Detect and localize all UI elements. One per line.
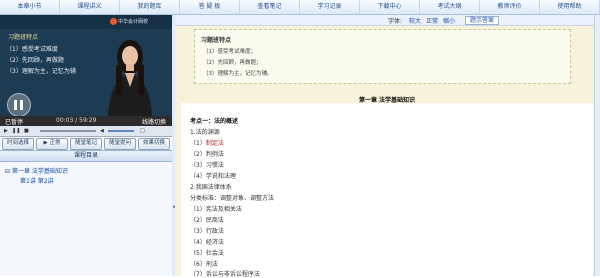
- content-line: （4）学说和法理: [190, 173, 236, 180]
- content-line: （6）刑法: [190, 261, 218, 268]
- pause-control-icon[interactable]: ❚❚: [12, 128, 20, 134]
- nav-qa-board[interactable]: 答 疑 板: [180, 0, 240, 14]
- content-line: （3）行政法: [190, 228, 224, 235]
- class-question-button[interactable]: 随堂提问: [104, 138, 136, 150]
- tree-lesson-item[interactable]: 第1讲 第2讲: [20, 176, 54, 185]
- lecture-panel: 字体: 较大 正常 缩小 题示答案 习题班特点 （1）感受考试难度； （2）先回…: [175, 15, 600, 278]
- normal-speed-button[interactable]: ▶ 正常: [36, 138, 68, 150]
- slide-line: （2）先回顾，再做题: [6, 57, 64, 64]
- presenter-image: [108, 40, 152, 116]
- nav-chapter-summary[interactable]: 本章小节: [0, 0, 60, 14]
- tree-chapter-item[interactable]: ⊟ 第一章 法学基础知识: [5, 166, 68, 175]
- effect-switch-button[interactable]: 效果切换: [138, 138, 170, 150]
- content-line: （4）经济法: [190, 239, 224, 246]
- font-toolbar: 字体: 较大 正常 缩小 题示答案: [175, 15, 600, 26]
- collapse-icon[interactable]: ⊟: [5, 168, 10, 175]
- volume-slider[interactable]: [108, 130, 134, 132]
- nav-course-handout[interactable]: 课程讲义: [60, 0, 120, 14]
- top-nav: 本章小节 课程讲义 我的题库 答 疑 板 查看笔记 学习记录 下载中心 考试大纲…: [0, 0, 600, 15]
- tips-box: 习题班特点 （1）感受考试难度； （2）先回顾，再做题； （3）理解为主，记忆为…: [194, 29, 571, 84]
- video-player[interactable]: 中华会计网校 习题班特点 （1）感受考试难度 （2）先回顾，再做题 （3）理解为…: [0, 15, 172, 116]
- pause-status: 已暂停: [5, 119, 24, 126]
- play-small-icon: ▶: [43, 140, 48, 146]
- nav-view-notes[interactable]: 查看笔记: [240, 0, 300, 14]
- content-line: （1）制定法: [190, 138, 224, 147]
- content-line-prefix: （1）: [190, 140, 206, 147]
- play-icon[interactable]: ▶: [4, 128, 8, 134]
- content-line: 2.我国法律体系: [190, 184, 232, 191]
- player-controls: ▶ ❚❚ ■ ◀ □: [0, 126, 172, 137]
- progress-track[interactable]: [40, 130, 96, 132]
- font-larger-link[interactable]: 较大: [409, 16, 421, 25]
- time-display: 00:03 / 59:29: [56, 117, 97, 124]
- fullscreen-icon[interactable]: □: [140, 128, 145, 134]
- time-select-button[interactable]: 时间选择: [2, 138, 34, 150]
- content-line: （2）民商法: [190, 217, 224, 224]
- content-line: （2）判例法: [190, 151, 224, 158]
- tips-line: （1）感受考试难度；: [203, 49, 256, 55]
- slide-line: （1）感受考试难度: [6, 46, 58, 53]
- content-line: 1.法的渊源: [190, 129, 220, 136]
- tips-line: （3）理解为主，记忆为辅。: [203, 71, 273, 77]
- tips-line: （2）先回顾，再做题；: [203, 60, 262, 66]
- logo-icon: [110, 18, 117, 25]
- class-notes-button[interactable]: 随堂笔记: [70, 138, 102, 150]
- nav-teacher-evaluation[interactable]: 教师评价: [480, 0, 540, 14]
- highlighted-term: 制定法: [205, 140, 224, 147]
- line-switch-button[interactable]: 线路切换: [142, 117, 166, 126]
- content-line: 考点一：法的概述: [190, 118, 239, 125]
- lecture-content: 考点一：法的概述 1.法的渊源 （1）制定法 （2）判例法 （3）习惯法 （4）…: [181, 103, 593, 278]
- volume-icon[interactable]: ◀: [100, 128, 104, 134]
- left-panel: 中华会计网校 习题班特点 （1）感受考试难度 （2）先回顾，再做题 （3）理解为…: [0, 15, 173, 276]
- pause-icon[interactable]: [7, 93, 31, 116]
- font-smaller-link[interactable]: 缩小: [443, 16, 455, 25]
- tree-chapter-label: 第一章 法学基础知识: [11, 168, 68, 175]
- content-line: （7）诉讼与非诉讼程序法: [190, 271, 260, 278]
- slide-title: 习题班特点: [8, 34, 39, 41]
- video-logo: 中华会计网校: [118, 19, 149, 25]
- catalog-title: 课程目录: [0, 150, 172, 162]
- content-line: 分类标准：调整对象、调整方法: [190, 195, 275, 202]
- nav-download-center[interactable]: 下载中心: [360, 0, 420, 14]
- stop-icon[interactable]: ■: [24, 128, 29, 134]
- show-answer-button[interactable]: 题示答案: [465, 16, 500, 25]
- slide-line: （3）理解为主，记忆为辅: [6, 68, 76, 75]
- content-line: （5）社会法: [190, 250, 224, 257]
- tips-title: 习题班特点: [201, 37, 232, 44]
- font-label: 字体:: [388, 18, 403, 25]
- nav-question-bank[interactable]: 我的题库: [120, 0, 180, 14]
- font-normal-link[interactable]: 正常: [426, 16, 438, 25]
- nav-help[interactable]: 使用帮助: [540, 0, 600, 14]
- nav-study-record[interactable]: 学习记录: [300, 0, 360, 14]
- nav-exam-outline[interactable]: 考试大纲: [420, 0, 480, 14]
- function-buttons: 时间选择 ▶ 正常 随堂笔记 随堂提问 效果切换: [0, 137, 172, 150]
- content-line: （1）宪法及相关法: [190, 206, 242, 213]
- normal-speed-label: 正常: [49, 140, 61, 146]
- player-status-bar: 已暂停 00:03 / 59:29 线路切换: [0, 116, 172, 126]
- content-line: （3）习惯法: [190, 162, 224, 169]
- content-scrollbar[interactable]: [594, 15, 600, 276]
